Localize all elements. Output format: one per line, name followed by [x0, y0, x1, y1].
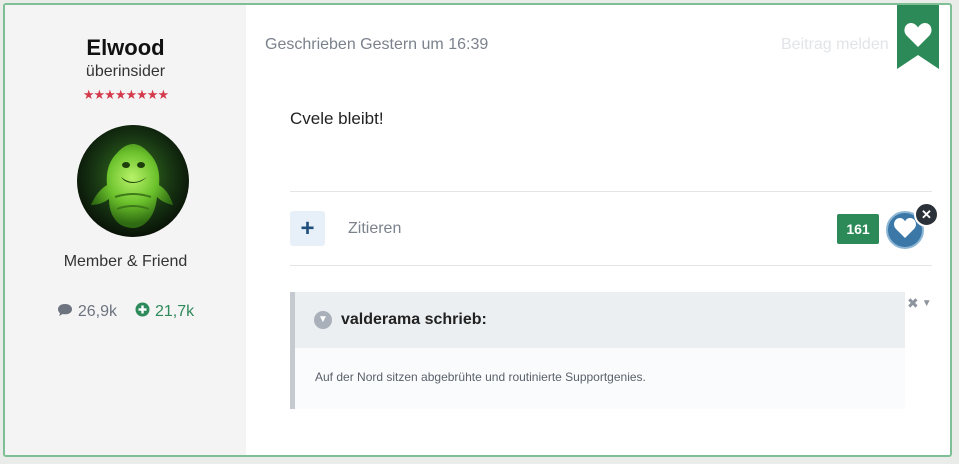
quote-text: Auf der Nord sitzen abgebrühte und routi… [315, 370, 646, 384]
author-panel: Elwood überinsider ★★★★★★★★ Member & Fri… [5, 5, 246, 455]
post-container: Elwood überinsider ★★★★★★★★ Member & Fri… [3, 3, 952, 457]
rank-stars: ★★★★★★★★ [82, 87, 169, 102]
post-count-value: 26,9k [77, 303, 117, 320]
quote-tools[interactable]: ✖ ▼ [907, 295, 932, 312]
author-title: überinsider [85, 63, 166, 80]
quote-header[interactable]: ▼ valderama schrieb: [295, 292, 905, 348]
reputation-value: 21,7k [155, 303, 195, 320]
multiquote-button[interactable]: + [290, 211, 325, 246]
reputation[interactable]: 21,7k [135, 302, 194, 322]
close-icon[interactable]: ✖ [907, 295, 919, 312]
report-link[interactable]: Beitrag melden [781, 36, 889, 54]
quote-author: valderama schrieb: [341, 311, 487, 328]
author-stats: 26,9k 21,7k [5, 302, 246, 322]
caret-down-icon[interactable]: ▼ [922, 298, 932, 309]
heart-ribbon-icon [897, 5, 939, 69]
post-count[interactable]: 26,9k [57, 302, 117, 322]
heart-icon [893, 217, 917, 244]
author-name[interactable]: Elwood [5, 35, 246, 61]
chevron-down-icon[interactable]: ▼ [314, 311, 332, 329]
plus-circle-icon [135, 302, 150, 322]
quote-button[interactable]: Zitieren [348, 220, 401, 238]
divider [290, 265, 932, 266]
member-group: Member & Friend [63, 253, 188, 270]
post-content: Cvele bleibt! [290, 109, 384, 128]
reaction-count[interactable]: 161 [837, 214, 879, 244]
comment-icon [57, 303, 73, 322]
divider [290, 191, 932, 192]
avatar[interactable] [77, 125, 189, 237]
quote-block: ▼ valderama schrieb: Auf der Nord sitzen… [290, 292, 905, 409]
close-icon[interactable]: ✕ [914, 202, 939, 227]
post-meta[interactable]: Geschrieben Gestern um 16:39 [265, 36, 488, 54]
